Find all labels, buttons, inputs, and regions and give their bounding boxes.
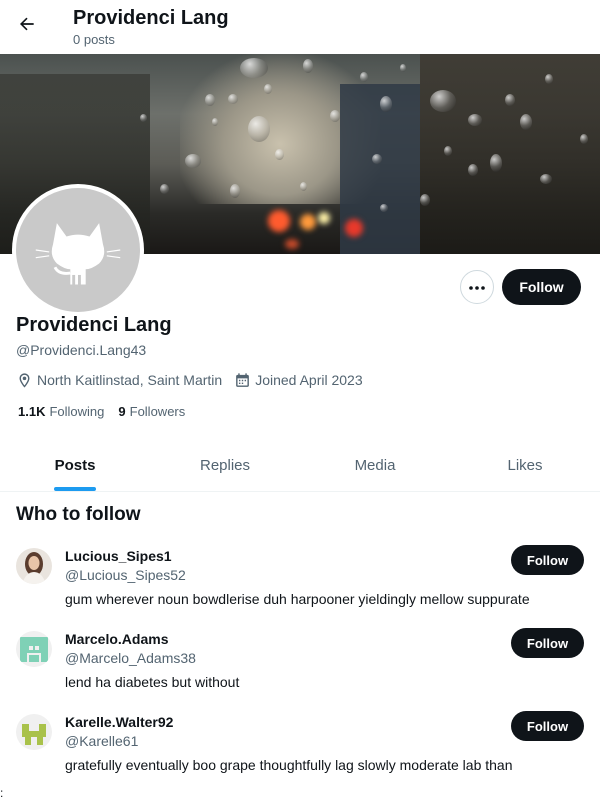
suggestion-name[interactable]: Marcelo.Adams [65, 631, 168, 647]
suggestion-follow-button[interactable]: Follow [511, 628, 584, 658]
followers-link[interactable]: 9 Followers [118, 404, 185, 419]
stray-text: : [0, 786, 4, 800]
location-pin-icon [16, 372, 33, 389]
suggestion-handle: @Karelle61 [65, 733, 139, 749]
suggestion-bio: gratefully eventually boo grape thoughtf… [65, 757, 513, 773]
suggestion-item[interactable]: Marcelo.Adams @Marcelo_Adams38 lend ha d… [0, 628, 600, 714]
arrow-left-icon [17, 14, 37, 39]
more-horizontal-icon [468, 278, 486, 296]
suggestion-item[interactable]: Lucious_Sipes1 @Lucious_Sipes52 gum wher… [0, 545, 600, 631]
suggestion-name[interactable]: Lucious_Sipes1 [65, 548, 172, 564]
who-to-follow-title: Who to follow [16, 504, 141, 525]
tab-media[interactable]: Media [300, 440, 450, 491]
profile-tabs: Posts Replies Media Likes [0, 440, 600, 492]
suggestion-follow-button[interactable]: Follow [511, 711, 584, 741]
more-options-button[interactable] [460, 270, 494, 304]
suggestion-follow-button[interactable]: Follow [511, 545, 584, 575]
suggestion-item[interactable]: Karelle.Walter92 @Karelle61 gratefully e… [0, 711, 600, 797]
follow-counts: 1.1K Following 9 Followers [18, 404, 185, 419]
profile-handle: @Providenci.Lang43 [16, 342, 147, 358]
tab-replies[interactable]: Replies [150, 440, 300, 491]
avatar[interactable] [16, 714, 52, 750]
avatar[interactable] [16, 631, 52, 667]
suggestion-handle: @Lucious_Sipes52 [65, 567, 186, 583]
header-title: Providenci Lang [73, 7, 229, 29]
octocat-icon [16, 188, 140, 312]
suggestion-name[interactable]: Karelle.Walter92 [65, 714, 173, 730]
profile-avatar[interactable] [12, 184, 144, 316]
following-link[interactable]: 1.1K Following [18, 404, 104, 419]
profile-joined: Joined April 2023 [255, 372, 363, 388]
header-post-count: 0 posts [73, 32, 115, 47]
profile-header: Providenci Lang 0 posts [0, 0, 600, 54]
active-tab-indicator [54, 487, 96, 491]
avatar[interactable] [16, 548, 52, 584]
calendar-icon [234, 372, 251, 389]
tab-likes[interactable]: Likes [450, 440, 600, 491]
profile-meta: North Kaitlinstad, Saint Martin Joined A… [16, 370, 363, 390]
suggestion-bio: gum wherever noun bowdlerise duh harpoon… [65, 591, 530, 607]
profile-name: Providenci Lang [16, 314, 172, 336]
back-button[interactable] [10, 9, 44, 43]
tab-posts[interactable]: Posts [0, 440, 150, 491]
suggestion-handle: @Marcelo_Adams38 [65, 650, 196, 666]
profile-location: North Kaitlinstad, Saint Martin [37, 372, 223, 388]
follow-button[interactable]: Follow [502, 269, 581, 305]
suggestion-bio: lend ha diabetes but without [65, 674, 240, 690]
